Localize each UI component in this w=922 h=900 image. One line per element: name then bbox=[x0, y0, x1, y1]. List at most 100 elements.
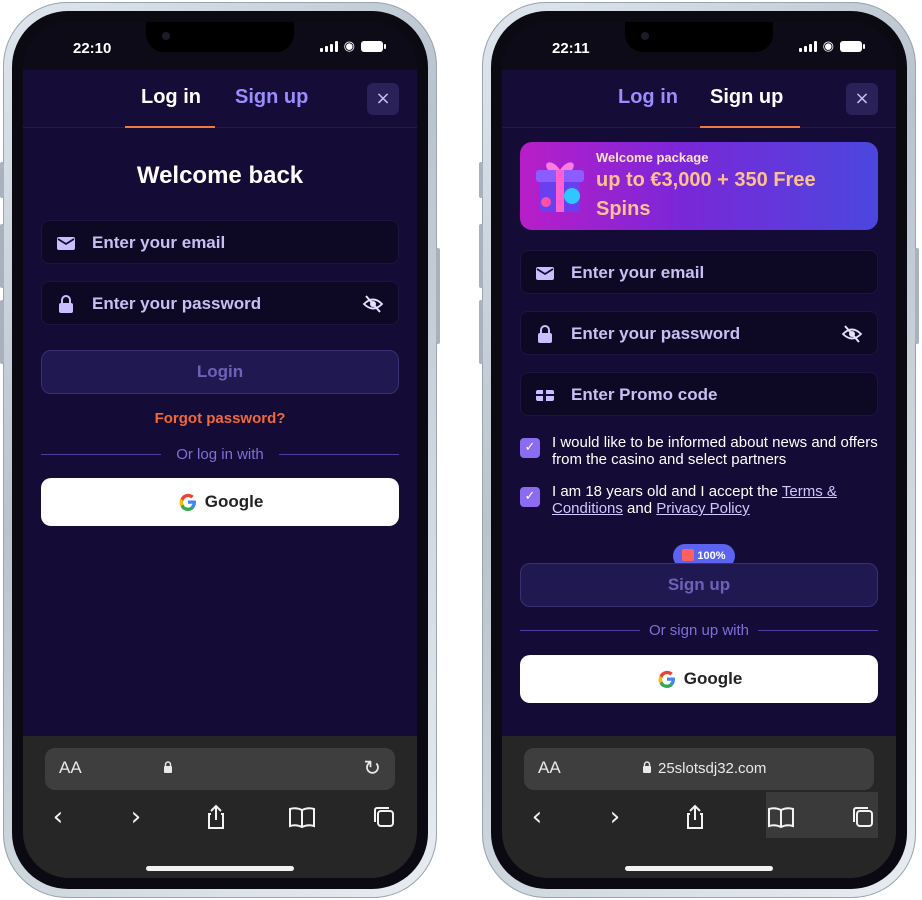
active-tab-underline bbox=[700, 126, 800, 128]
eye-off-icon[interactable] bbox=[362, 293, 384, 315]
forgot-password-link[interactable]: Forgot password? bbox=[23, 410, 417, 427]
email-placeholder: Enter your email bbox=[571, 263, 705, 282]
phone-bezel: 22:11 ◉ Log in Sign up × Welcome package… bbox=[491, 11, 907, 889]
status-bar: 22:10 ◉ bbox=[23, 22, 417, 70]
banner-headline: up to €3,000 + 350 Free Spins bbox=[596, 169, 816, 220]
password-placeholder: Enter your password bbox=[571, 324, 741, 343]
news-consent-label: I would like to be informed about news a… bbox=[552, 434, 878, 468]
home-indicator bbox=[625, 866, 773, 871]
signal-icon bbox=[798, 41, 817, 52]
divider-text: Or sign up with bbox=[648, 622, 750, 639]
banner-subtitle: Welcome package bbox=[596, 150, 709, 165]
back-icon[interactable]: ‹ bbox=[43, 802, 73, 832]
volume-down-button bbox=[479, 300, 483, 364]
volume-up-button bbox=[479, 224, 483, 288]
terms-prefix: I am 18 years old and I accept the bbox=[552, 483, 782, 500]
forward-icon[interactable]: › bbox=[121, 802, 151, 832]
tab-login[interactable]: Log in bbox=[141, 86, 201, 109]
email-field[interactable]: Enter your email bbox=[520, 250, 878, 294]
tab-signup[interactable]: Sign up bbox=[235, 86, 308, 109]
lock-icon bbox=[164, 761, 172, 773]
news-consent-checkbox[interactable]: ✓ bbox=[520, 438, 540, 458]
back-icon[interactable]: ‹ bbox=[522, 802, 552, 832]
active-tab-underline bbox=[125, 126, 215, 128]
tabs-icon[interactable] bbox=[369, 802, 399, 832]
password-field[interactable]: Enter your password bbox=[520, 311, 878, 355]
email-placeholder: Enter your email bbox=[92, 233, 226, 252]
system-icons: ◉ bbox=[319, 39, 386, 54]
bookmarks-icon[interactable] bbox=[766, 802, 796, 832]
google-label: Google bbox=[204, 492, 264, 511]
promo-code-field[interactable]: Enter Promo code bbox=[520, 372, 878, 416]
bookmarks-icon[interactable] bbox=[287, 802, 317, 832]
terms-consent-label: I am 18 years old and I accept the Terms… bbox=[552, 483, 878, 517]
mail-icon bbox=[57, 237, 75, 250]
reload-icon[interactable]: ↻ bbox=[363, 756, 381, 780]
page-title: Welcome back bbox=[136, 162, 304, 189]
terms-consent-checkbox[interactable]: ✓ bbox=[520, 487, 540, 507]
status-bar: 22:11 ◉ bbox=[502, 22, 896, 70]
close-button[interactable]: × bbox=[367, 83, 399, 115]
login-divider: Or log in with bbox=[41, 446, 399, 463]
volume-up-button bbox=[0, 224, 4, 288]
signup-button[interactable]: Sign up bbox=[520, 563, 878, 607]
divider-text: Or log in with bbox=[176, 446, 264, 463]
tabs-icon[interactable] bbox=[848, 802, 878, 832]
wifi-icon: ◉ bbox=[343, 39, 355, 54]
browser-nav: ‹ › bbox=[23, 802, 417, 834]
google-signup-button[interactable]: Google bbox=[520, 655, 878, 703]
promo-badge-text: 100% bbox=[697, 550, 726, 562]
news-consent-row: ✓ I would like to be informed about news… bbox=[520, 434, 878, 470]
terms-and: and bbox=[622, 500, 657, 517]
gift-badge-icon bbox=[682, 549, 695, 561]
power-button bbox=[436, 248, 440, 344]
wifi-icon: ◉ bbox=[822, 39, 834, 54]
camera bbox=[162, 32, 170, 40]
phone-left: 22:10 ◉ Log in Sign up × Welcome back En… bbox=[0, 2, 440, 898]
reader-settings-button[interactable]: AA bbox=[59, 758, 82, 778]
gift-card-icon bbox=[536, 390, 554, 401]
share-icon[interactable] bbox=[680, 802, 710, 832]
url-bar[interactable]: AA 25slotsdj32.com bbox=[524, 748, 878, 838]
power-button bbox=[915, 248, 919, 344]
phone-bezel: 22:10 ◉ Log in Sign up × Welcome back En… bbox=[12, 11, 428, 889]
tab-signup[interactable]: Sign up bbox=[710, 86, 783, 109]
google-icon bbox=[658, 670, 675, 688]
forward-icon[interactable]: › bbox=[600, 802, 630, 832]
auth-tabs: Log in Sign up × bbox=[502, 70, 896, 128]
notch bbox=[146, 22, 294, 52]
battery-icon bbox=[361, 41, 386, 52]
close-button[interactable]: × bbox=[846, 83, 878, 115]
login-button[interactable]: Login bbox=[41, 350, 399, 394]
system-icons: ◉ bbox=[798, 39, 865, 54]
eye-off-icon[interactable] bbox=[841, 323, 863, 345]
auth-tabs: Log in Sign up × bbox=[23, 70, 417, 128]
password-field[interactable]: Enter your password bbox=[41, 281, 399, 325]
google-icon bbox=[179, 493, 196, 511]
welcome-package-banner: Welcome package up to €3,000 + 350 Free … bbox=[520, 142, 878, 230]
safari-toolbar: AA 25slotsdj32.com ‹ › bbox=[502, 736, 896, 878]
volume-down-button bbox=[0, 300, 4, 364]
google-label: Google bbox=[683, 669, 743, 688]
mute-switch bbox=[0, 162, 4, 198]
share-icon[interactable] bbox=[201, 802, 231, 832]
url-bar[interactable]: AA ↻ bbox=[45, 748, 395, 790]
safari-toolbar: AA ↻ ‹ › bbox=[23, 736, 417, 878]
privacy-policy-link[interactable]: Privacy Policy bbox=[656, 500, 749, 517]
google-login-button[interactable]: Google bbox=[41, 478, 399, 526]
mute-switch bbox=[479, 162, 483, 198]
status-time: 22:11 bbox=[552, 40, 590, 57]
signal-icon bbox=[319, 41, 338, 52]
status-time: 22:10 bbox=[73, 40, 112, 57]
mail-icon bbox=[536, 267, 554, 280]
tab-login[interactable]: Log in bbox=[618, 86, 678, 109]
gift-icon bbox=[536, 162, 584, 212]
email-field[interactable]: Enter your email bbox=[41, 220, 399, 264]
lock-icon bbox=[643, 761, 651, 773]
reader-settings-button[interactable]: AA bbox=[538, 758, 561, 778]
screen: 22:10 ◉ Log in Sign up × Welcome back En… bbox=[23, 22, 417, 878]
home-indicator bbox=[146, 866, 294, 871]
terms-consent-row: ✓ I am 18 years old and I accept the Ter… bbox=[520, 483, 878, 519]
camera bbox=[641, 32, 649, 40]
signup-divider: Or sign up with bbox=[520, 622, 878, 639]
